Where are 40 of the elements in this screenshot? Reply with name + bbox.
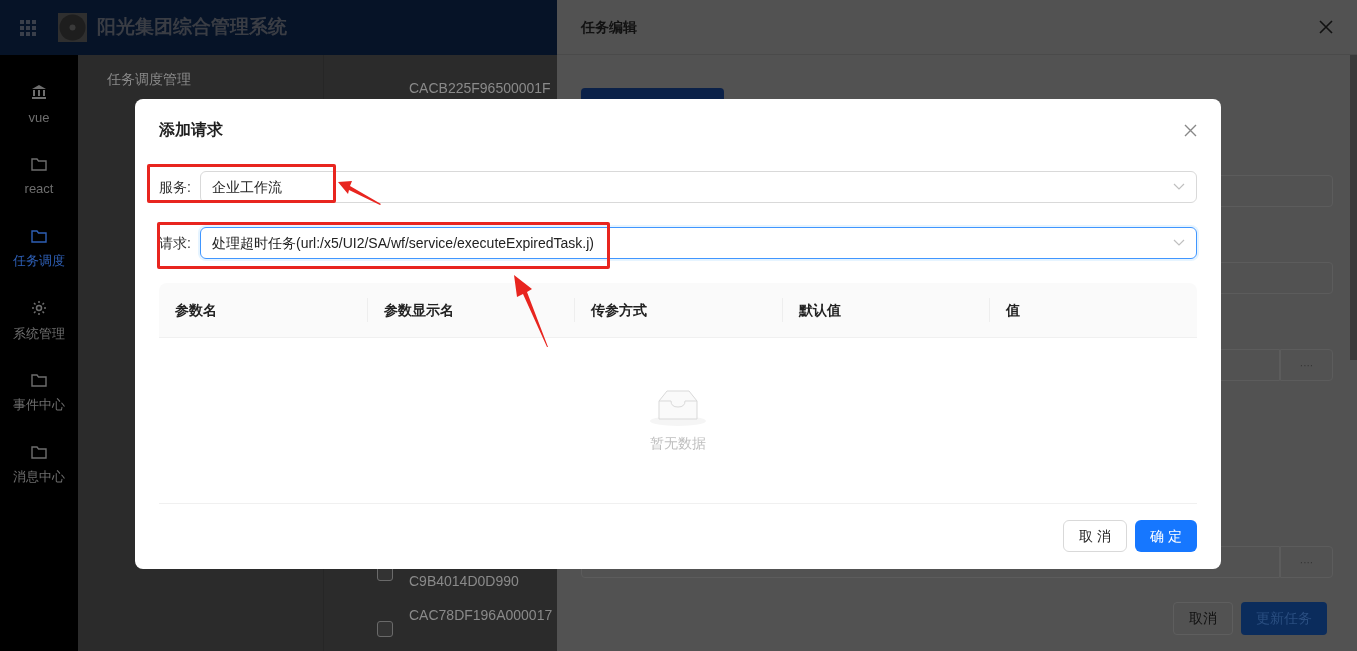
- dialog-title: 添加请求: [159, 120, 223, 140]
- close-icon[interactable]: [1319, 20, 1333, 34]
- bank-icon: [31, 84, 47, 101]
- field-label: 请求:: [159, 233, 192, 253]
- empty-text: 暂无数据: [650, 434, 706, 453]
- empty-box-icon: [649, 387, 707, 427]
- cancel-button[interactable]: 取消: [1173, 601, 1233, 635]
- grid-menu-icon[interactable]: [20, 19, 36, 36]
- folder-icon: [31, 373, 47, 388]
- column-header: 默认值: [798, 302, 841, 318]
- folder-icon: [31, 229, 47, 244]
- folder-icon: [31, 157, 47, 172]
- sidebar-item[interactable]: 事件中心: [0, 358, 78, 430]
- folder-icon: [31, 445, 47, 460]
- checkbox[interactable]: [377, 621, 393, 637]
- chevron-down-icon: [1173, 183, 1185, 191]
- select-field[interactable]: 处理超时任务(url:/x5/UI2/SA/wf/service/executeExpiredTask.j): [200, 227, 1197, 259]
- gear-icon: [31, 300, 47, 317]
- column-header: 参数显示名: [383, 302, 454, 318]
- sidebar-item[interactable]: 系统管理: [0, 286, 78, 358]
- drawer-title: 任务编辑: [581, 17, 637, 37]
- column-header: 参数名: [175, 302, 217, 318]
- field-label: 服务:: [159, 177, 192, 197]
- column-header: 传参方式: [591, 302, 648, 318]
- cancel-button[interactable]: 取 消: [1063, 520, 1128, 552]
- sidebar-item[interactable]: 消息中心: [0, 430, 78, 502]
- confirm-button[interactable]: 确 定: [1135, 520, 1197, 552]
- scrollbar[interactable]: [1350, 55, 1357, 360]
- table-cell-text: CACB225F96500001F: [409, 80, 552, 96]
- chevron-down-icon: [1173, 239, 1185, 247]
- table-cell: C9B4014D0D990: [409, 573, 519, 589]
- select-field[interactable]: 企业工作流: [200, 171, 1197, 203]
- close-icon[interactable]: [1184, 123, 1197, 137]
- sidebar-item[interactable]: vue: [0, 70, 78, 142]
- column-header: 值: [1006, 302, 1021, 318]
- logo-icon: [58, 13, 87, 42]
- sidebar-item[interactable]: 任务调度: [0, 214, 78, 286]
- sidebar-item[interactable]: react: [0, 142, 78, 214]
- table-cell: CAC78DF196A000017: [409, 607, 553, 623]
- breadcrumb: 任务调度管理: [107, 70, 192, 89]
